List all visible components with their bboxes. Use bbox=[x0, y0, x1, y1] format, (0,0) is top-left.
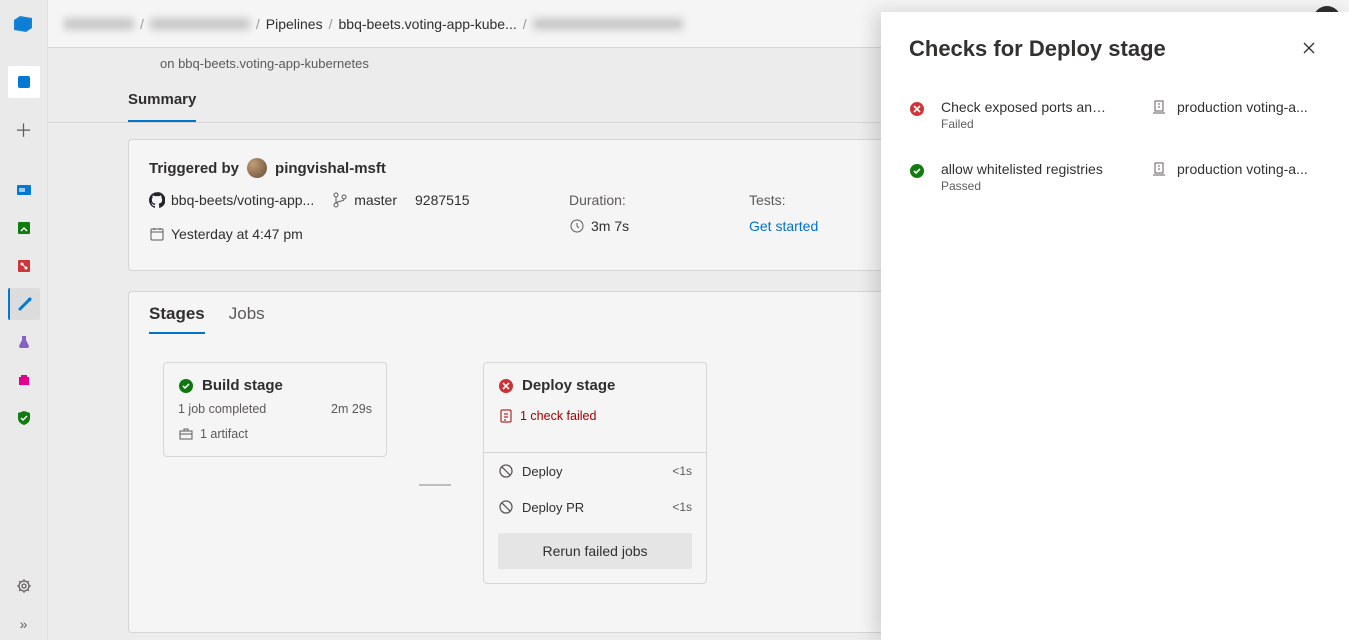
job-deploy[interactable]: Deploy <1s bbox=[484, 453, 706, 489]
devops-logo[interactable] bbox=[8, 8, 40, 40]
pipelines-icon bbox=[17, 296, 33, 312]
crumb-pipeline[interactable]: bbq-beets.voting-app-kube... bbox=[339, 16, 517, 32]
branch-icon bbox=[332, 192, 348, 208]
close-icon bbox=[1301, 40, 1317, 56]
artifact-icon bbox=[178, 426, 194, 442]
nav-compliance[interactable] bbox=[8, 402, 40, 434]
duration-label: Duration: bbox=[569, 192, 709, 208]
check-resource[interactable]: production voting-a... bbox=[1151, 99, 1321, 115]
check-resource[interactable]: production voting-a... bbox=[1151, 161, 1321, 177]
stage-build-title: Build stage bbox=[202, 377, 283, 394]
success-icon bbox=[909, 163, 925, 179]
crumb-run[interactable] bbox=[533, 18, 683, 30]
testplans-icon bbox=[16, 334, 32, 350]
job-deploy-pr[interactable]: Deploy PR <1s bbox=[484, 489, 706, 525]
environment-icon bbox=[1151, 99, 1167, 115]
pipelines-red-icon bbox=[16, 258, 32, 274]
nav-artifacts[interactable] bbox=[8, 364, 40, 396]
shield-check-icon bbox=[16, 410, 32, 426]
chevron-double-right-icon: » bbox=[20, 616, 28, 632]
nav-repos[interactable] bbox=[8, 212, 40, 244]
nav-boards[interactable] bbox=[8, 174, 40, 206]
deploy-check-status[interactable]: 1 check failed bbox=[484, 394, 706, 438]
tab-jobs[interactable]: Jobs bbox=[229, 304, 265, 334]
checklist-icon bbox=[498, 408, 514, 424]
build-duration: 2m 29s bbox=[331, 402, 372, 416]
boards-icon bbox=[16, 182, 32, 198]
artifacts-icon bbox=[16, 372, 32, 388]
nav-pipelines[interactable] bbox=[8, 288, 40, 320]
nav-testplans[interactable] bbox=[8, 326, 40, 358]
user-avatar-small bbox=[247, 158, 267, 178]
error-icon bbox=[498, 378, 514, 394]
nav-collapse[interactable]: » bbox=[8, 608, 40, 640]
triggered-by-user[interactable]: pingvishal-msft bbox=[275, 160, 386, 177]
crumb-pipelines[interactable]: Pipelines bbox=[266, 16, 323, 32]
calendar-icon bbox=[149, 226, 165, 242]
build-artifact[interactable]: 1 artifact bbox=[164, 416, 386, 456]
nav-pipelines-red[interactable] bbox=[8, 250, 40, 282]
skipped-icon bbox=[498, 499, 514, 515]
environment-icon bbox=[1151, 161, 1167, 177]
check-state: Passed bbox=[941, 179, 1135, 193]
devops-icon bbox=[12, 12, 36, 36]
plus-icon: ＋ bbox=[15, 117, 33, 143]
build-id: 9287515 bbox=[415, 192, 470, 208]
repo-link[interactable]: bbq-beets/voting-app... bbox=[149, 192, 314, 208]
stage-deploy[interactable]: Deploy stage 1 check failed Deploy bbox=[483, 362, 707, 584]
check-state: Failed bbox=[941, 117, 1135, 131]
branch-link[interactable]: master bbox=[332, 192, 397, 208]
error-icon bbox=[909, 101, 925, 117]
github-icon bbox=[149, 192, 165, 208]
check-name: allow whitelisted registries bbox=[941, 161, 1111, 177]
check-name: Check exposed ports and ... bbox=[941, 99, 1111, 115]
close-button[interactable] bbox=[1297, 36, 1321, 63]
stage-deploy-title: Deploy stage bbox=[522, 377, 615, 394]
tab-stages[interactable]: Stages bbox=[149, 304, 205, 334]
checks-panel: Checks for Deploy stage Check exposed po… bbox=[881, 12, 1349, 640]
nav-overview[interactable] bbox=[8, 66, 40, 98]
crumb-project[interactable] bbox=[150, 18, 250, 30]
tests-get-started[interactable]: Get started bbox=[749, 218, 889, 234]
nav-settings[interactable] bbox=[8, 570, 40, 602]
overview-box-icon bbox=[16, 74, 32, 90]
check-row-failed[interactable]: Check exposed ports and ... Failed produ… bbox=[909, 99, 1321, 131]
clock-icon bbox=[569, 218, 585, 234]
rerun-failed-jobs-button[interactable]: Rerun failed jobs bbox=[498, 533, 692, 569]
left-nav: ＋ » bbox=[0, 0, 48, 640]
nav-add[interactable]: ＋ bbox=[8, 114, 40, 146]
build-jobs-text: 1 job completed bbox=[178, 402, 266, 416]
tab-summary[interactable]: Summary bbox=[128, 91, 196, 122]
duration-value: 3m 7s bbox=[569, 218, 709, 234]
queued-time: Yesterday at 4:47 pm bbox=[149, 226, 529, 242]
gear-icon bbox=[16, 578, 32, 594]
check-row-passed[interactable]: allow whitelisted registries Passed prod… bbox=[909, 161, 1321, 193]
success-icon bbox=[178, 378, 194, 394]
triggered-by-label: Triggered by bbox=[149, 160, 239, 177]
skipped-icon bbox=[498, 463, 514, 479]
stage-connector bbox=[419, 484, 451, 486]
panel-title: Checks for Deploy stage bbox=[909, 36, 1166, 62]
repos-icon bbox=[16, 220, 32, 236]
stage-build[interactable]: Build stage 1 job completed 2m 29s 1 art… bbox=[163, 362, 387, 457]
crumb-org[interactable] bbox=[64, 18, 134, 30]
tests-label: Tests: bbox=[749, 192, 889, 208]
